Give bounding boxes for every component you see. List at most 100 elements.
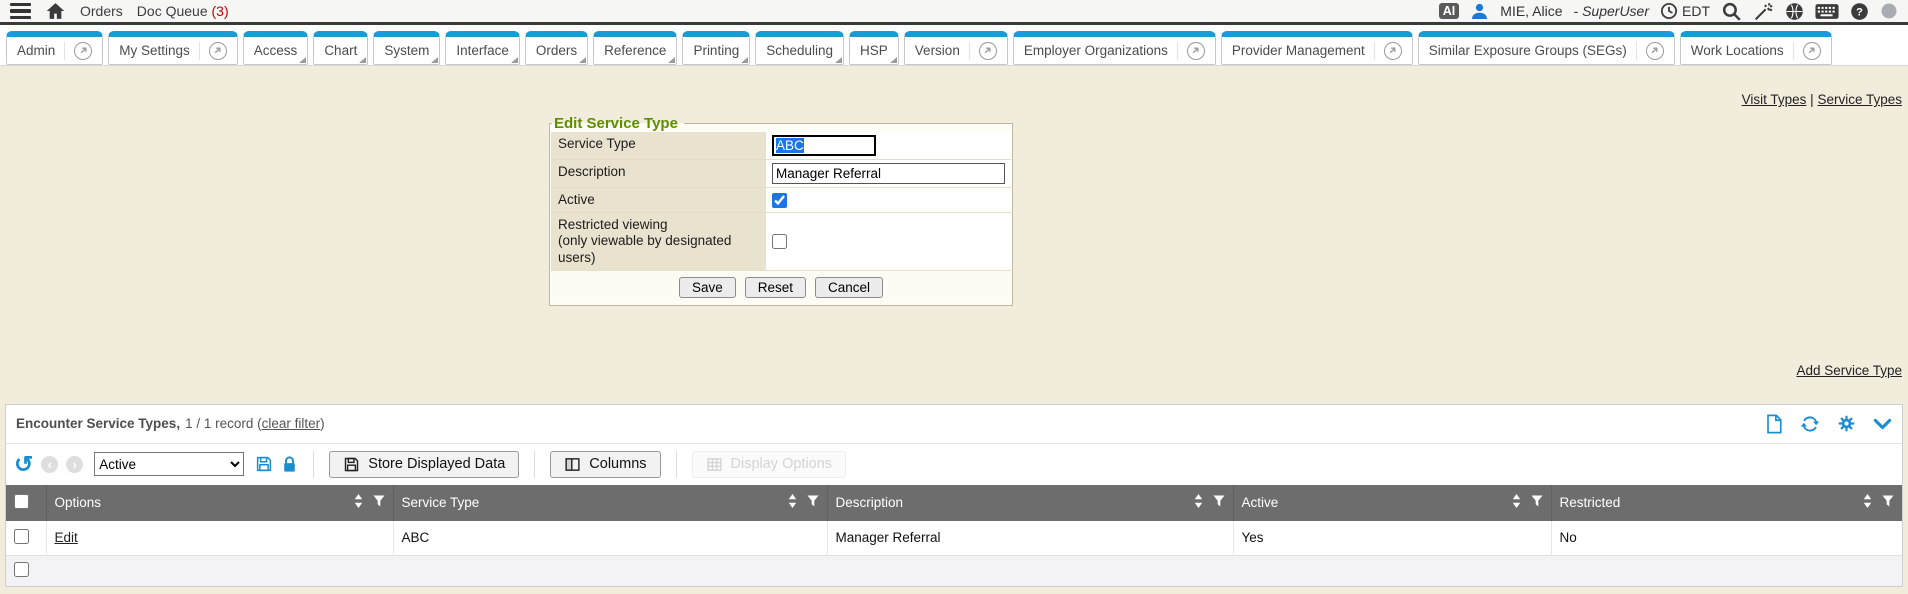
home-icon[interactable] <box>45 1 66 21</box>
display-options-label: Display Options <box>731 456 833 472</box>
tab-interface[interactable]: Interface <box>445 31 520 65</box>
tab-work-locations[interactable]: Work Locations <box>1680 31 1832 65</box>
filter-icon[interactable] <box>1531 495 1543 510</box>
select-all-checkbox[interactable] <box>14 494 29 509</box>
tab-chart[interactable]: Chart <box>313 31 368 65</box>
tab-label: Printing <box>693 43 739 58</box>
tab-scheduling[interactable]: Scheduling <box>755 31 844 65</box>
tab-version[interactable]: Version <box>904 31 1008 65</box>
cell-description: Manager Referral <box>827 521 1233 556</box>
tab-label: Version <box>915 43 960 58</box>
grid-header: Encounter Service Types, 1 / 1 record (c… <box>6 405 1902 443</box>
clear-filter-link[interactable]: clear filter <box>262 416 321 431</box>
edit-row-link[interactable]: Edit <box>55 530 78 545</box>
doc-queue-menu-link[interactable]: Doc Queue (3) <box>137 3 229 19</box>
active-label: Active <box>551 188 766 212</box>
sort-icon[interactable] <box>354 494 363 511</box>
cancel-button[interactable]: Cancel <box>815 277 883 298</box>
column-header-active: Active <box>1242 495 1279 510</box>
column-header-restricted: Restricted <box>1560 495 1621 510</box>
tab-my-settings[interactable]: My Settings <box>108 31 238 65</box>
sort-icon[interactable] <box>788 494 797 511</box>
refresh-icon[interactable] <box>1800 414 1820 434</box>
tab-printing[interactable]: Printing <box>682 31 750 65</box>
external-link-icon[interactable] <box>1636 42 1664 60</box>
timezone-label[interactable]: EDT <box>1682 3 1710 19</box>
previous-page-icon[interactable]: ‹ <box>41 456 58 473</box>
svg-text:?: ? <box>1856 6 1863 18</box>
tab-provider-management[interactable]: Provider Management <box>1221 31 1413 65</box>
columns-button[interactable]: Columns <box>550 451 660 478</box>
hamburger-menu-icon[interactable] <box>10 3 31 20</box>
tab-label: Provider Management <box>1232 43 1365 58</box>
cell-service-type: ABC <box>393 521 827 556</box>
tab-label: Admin <box>17 43 55 58</box>
tab-admin[interactable]: Admin <box>6 31 103 65</box>
saved-filter-select[interactable]: Active <box>94 452 244 476</box>
orders-menu-link[interactable]: Orders <box>80 3 123 19</box>
search-icon[interactable] <box>1721 1 1742 22</box>
record-count-text: 1 / 1 record ( <box>185 416 262 431</box>
form-buttons: Save Reset Cancel <box>551 271 1011 301</box>
external-link-icon[interactable] <box>1793 42 1821 60</box>
tab-reference[interactable]: Reference <box>593 31 677 65</box>
lock-icon[interactable] <box>281 455 298 474</box>
collapse-chevron-icon[interactable] <box>1873 417 1892 431</box>
add-service-type-link[interactable]: Add Service Type <box>1796 363 1902 378</box>
gear-icon[interactable] <box>1837 414 1856 433</box>
tab-orders[interactable]: Orders <box>525 31 588 65</box>
column-header-description: Description <box>836 495 904 510</box>
footer-checkbox[interactable] <box>14 562 29 577</box>
service-types-link[interactable]: Service Types <box>1817 92 1902 107</box>
save-button[interactable]: Save <box>679 277 736 298</box>
user-role: - SuperUser <box>1574 3 1649 19</box>
tab-system[interactable]: System <box>373 31 440 65</box>
top-bar-right: AI MIE, Alice - SuperUser EDT ? <box>1439 1 1898 22</box>
encounter-service-types-section: Encounter Service Types, 1 / 1 record (c… <box>5 404 1903 588</box>
active-checkbox[interactable] <box>772 193 787 208</box>
clock-icon[interactable] <box>1660 2 1678 20</box>
row-checkbox[interactable] <box>14 529 29 544</box>
external-link-icon[interactable] <box>1374 42 1402 60</box>
globe-icon[interactable] <box>1785 2 1804 21</box>
tab-similar-exposure-groups[interactable]: Similar Exposure Groups (SEGs) <box>1418 31 1675 65</box>
next-page-icon[interactable]: › <box>66 456 83 473</box>
help-icon[interactable]: ? <box>1850 2 1869 21</box>
external-link-icon[interactable] <box>199 42 227 60</box>
store-displayed-data-button[interactable]: Store Displayed Data <box>329 451 519 478</box>
filter-icon[interactable] <box>373 495 385 510</box>
visit-types-link[interactable]: Visit Types <box>1742 92 1807 107</box>
keyboard-icon[interactable] <box>1815 3 1839 20</box>
doc-queue-count-badge: (3) <box>212 3 229 19</box>
external-link-icon[interactable] <box>969 42 997 60</box>
new-document-icon[interactable] <box>1765 414 1783 434</box>
description-input[interactable] <box>772 163 1005 184</box>
reset-button[interactable]: Reset <box>745 277 806 298</box>
restricted-viewing-checkbox[interactable] <box>772 234 787 249</box>
column-header-service-type: Service Type <box>402 495 480 510</box>
wand-icon[interactable] <box>1753 1 1774 22</box>
save-filter-icon[interactable] <box>255 455 273 473</box>
sort-icon[interactable] <box>1512 494 1521 511</box>
service-type-row: Service Type ABC <box>551 132 1011 160</box>
external-link-icon[interactable] <box>64 42 92 60</box>
undo-icon[interactable]: ↺ <box>14 454 33 474</box>
external-link-icon[interactable] <box>1177 42 1205 60</box>
ai-badge[interactable]: AI <box>1439 3 1460 20</box>
tab-access[interactable]: Access <box>243 31 309 65</box>
user-icon[interactable] <box>1470 2 1489 21</box>
table-header-row: Options Service Type Description Active … <box>6 485 1902 521</box>
service-type-input[interactable]: ABC <box>772 135 876 156</box>
add-link-row: Add Service Type <box>0 306 1908 378</box>
filter-icon[interactable] <box>1882 495 1894 510</box>
sort-icon[interactable] <box>1194 494 1203 511</box>
tab-label: System <box>384 43 429 58</box>
sort-icon[interactable] <box>1863 494 1872 511</box>
filter-icon[interactable] <box>807 495 819 510</box>
description-row: Description <box>551 160 1011 188</box>
tab-employer-organizations[interactable]: Employer Organizations <box>1013 31 1216 65</box>
tab-hsp[interactable]: HSP <box>849 31 899 65</box>
filter-icon[interactable] <box>1213 495 1225 510</box>
grid-icon <box>706 456 723 473</box>
user-name[interactable]: MIE, Alice <box>1500 3 1562 19</box>
